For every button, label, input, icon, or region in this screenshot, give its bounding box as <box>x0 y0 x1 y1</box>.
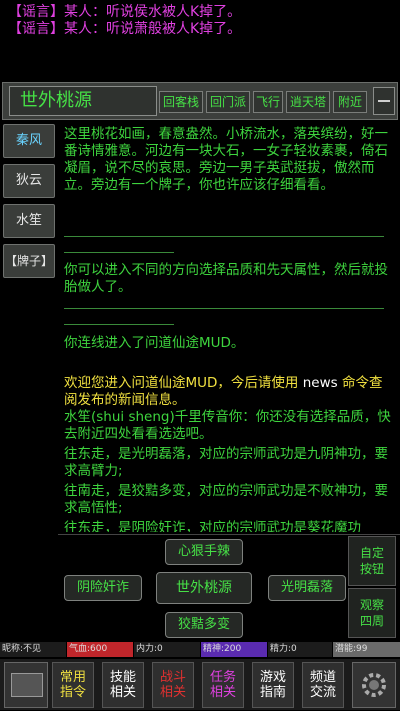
npc-panel: 秦风 狄云 水笙 【牌子】 <box>0 122 58 282</box>
menu-button[interactable] <box>373 87 395 115</box>
settings-button[interactable] <box>352 662 396 708</box>
direction-east-message: 往东走，是光明磊落，对应的宗师武功是九阴神功，要求高臂力; <box>64 446 388 479</box>
welcome-message: 欢迎您进入问道仙途MUD，今后请使用 news 命令查阅发布的新闻信息。 <box>64 375 394 409</box>
divider <box>64 236 384 237</box>
rumor-text: 某人：听说侯水被人K掉了。 <box>64 4 242 20</box>
exit-button-inn[interactable]: 回客栈 <box>159 91 203 113</box>
nav-label-2: 相关 <box>109 685 136 700</box>
choose-info-message: 你可以进入不同的方向选择品质和先天属性，然后就投胎做人了。 <box>64 262 388 295</box>
npc-button-shuisheng[interactable]: 水笙 <box>3 204 55 238</box>
avatar-icon <box>11 673 43 697</box>
nav-label-1: 战斗 <box>159 670 186 685</box>
bottom-nav: 常用 指令 技能 相关 战斗 相关 任务 相关 游戏 指南 频道 交流 <box>0 659 400 710</box>
nav-button-skills[interactable]: 技能 相关 <box>102 662 144 708</box>
news-command[interactable]: news <box>303 375 338 391</box>
nav-button-common[interactable]: 常用 指令 <box>52 662 94 708</box>
divider <box>64 308 384 309</box>
stat-qianneng: 潜能:99 <box>333 642 400 657</box>
exit-button-fly[interactable]: 飞行 <box>253 91 283 113</box>
nav-label-2: 相关 <box>159 685 186 700</box>
rumor-text: 某人：听说萧般被人K掉了。 <box>64 21 242 37</box>
rumor-line: 【谣言】某人：听说萧般被人K掉了。 <box>8 21 241 38</box>
nav-button-combat[interactable]: 战斗 相关 <box>152 662 194 708</box>
nav-label-1: 任务 <box>209 670 236 685</box>
custom-button-line2: 按钮 <box>359 562 384 576</box>
rumor-line: 【谣言】某人：听说侯水被人K掉了。 <box>8 4 241 21</box>
exit-button-sect[interactable]: 回门派 <box>206 91 250 113</box>
tell-message: 水笙(shui sheng)千里传音你：你还没有选择品质，快去附近四处看看选选吧… <box>64 409 391 442</box>
nav-label-1: 频道 <box>309 670 336 685</box>
divider <box>64 252 174 253</box>
observe-button-line1: 观察 <box>359 598 384 612</box>
status-bar: 昵称:不见 气血:600 内力:0 精神:200 精力:0 潜能:99 <box>0 642 400 658</box>
direction-west-message: 往东走，是阴险奸诈，对应的宗师武功是葵花魔功 <box>64 520 361 532</box>
stat-jingshen: 精神:200 <box>201 642 267 657</box>
nav-label-2: 交流 <box>309 685 336 700</box>
room-name: 世外桃源 <box>9 86 157 116</box>
direction-west-button[interactable]: 阴险奸诈 <box>64 575 142 601</box>
nav-button-guide[interactable]: 游戏 指南 <box>252 662 294 708</box>
nav-label-2: 指南 <box>259 685 286 700</box>
observe-button-line2: 四周 <box>359 614 384 628</box>
stat-neili: 内力:0 <box>134 642 200 657</box>
direction-south-button[interactable]: 狡黠多变 <box>165 612 243 638</box>
nav-label-2: 相关 <box>209 685 236 700</box>
avatar[interactable] <box>4 662 48 708</box>
nav-label-1: 技能 <box>109 670 136 685</box>
rumor-tag: 【谣言】 <box>8 21 64 37</box>
npc-button-qinfeng[interactable]: 秦风 <box>3 124 55 158</box>
custom-button-line1: 自定 <box>359 546 384 560</box>
room-description: 这里桃花如画，春意盎然。小桥流水，落英缤纷，好一番诗情雅意。河边有一块大石，一女… <box>64 126 388 193</box>
npc-button-sign[interactable]: 【牌子】 <box>3 244 55 278</box>
npc-button-diyun[interactable]: 狄云 <box>3 164 55 198</box>
room-title-bar: 世外桃源 回客栈 回门派 飞行 逍天塔 附近 <box>2 82 398 120</box>
gear-icon <box>362 673 386 697</box>
observe-button[interactable]: 观察 四周 <box>348 588 396 638</box>
direction-north-button[interactable]: 心狠手辣 <box>165 539 243 565</box>
nav-label-2: 指令 <box>59 685 86 700</box>
rumor-tag: 【谣言】 <box>8 4 64 20</box>
stat-nickname: 昵称:不见 <box>0 642 66 657</box>
nav-button-tasks[interactable]: 任务 相关 <box>202 662 244 708</box>
nav-label-1: 常用 <box>59 670 86 685</box>
minus-icon <box>378 100 390 102</box>
message-log[interactable]: 这里桃花如画，春意盎然。小桥流水，落英缤纷，好一番诗情雅意。河边有一块大石，一女… <box>58 122 400 532</box>
direction-south-message: 往南走，是狡黠多变，对应的宗师武功是不败神功，要求高悟性; <box>64 483 388 516</box>
direction-east-button[interactable]: 光明磊落 <box>268 575 346 601</box>
stat-hp: 气血:600 <box>67 642 133 657</box>
connected-message: 你连线进入了问道仙途MUD。 <box>64 335 245 351</box>
custom-button[interactable]: 自定 按钮 <box>348 536 396 586</box>
current-room-button[interactable]: 世外桃源 <box>156 572 252 604</box>
nav-label-1: 游戏 <box>259 670 286 685</box>
welcome-text: 欢迎您进入问道仙途MUD，今后请使用 <box>64 375 303 391</box>
nav-button-channel[interactable]: 频道 交流 <box>302 662 344 708</box>
exit-button-tower[interactable]: 逍天塔 <box>286 91 330 113</box>
divider <box>64 324 174 325</box>
exit-button-nearby[interactable]: 附近 <box>333 91 367 113</box>
stat-jingli: 精力:0 <box>268 642 332 657</box>
